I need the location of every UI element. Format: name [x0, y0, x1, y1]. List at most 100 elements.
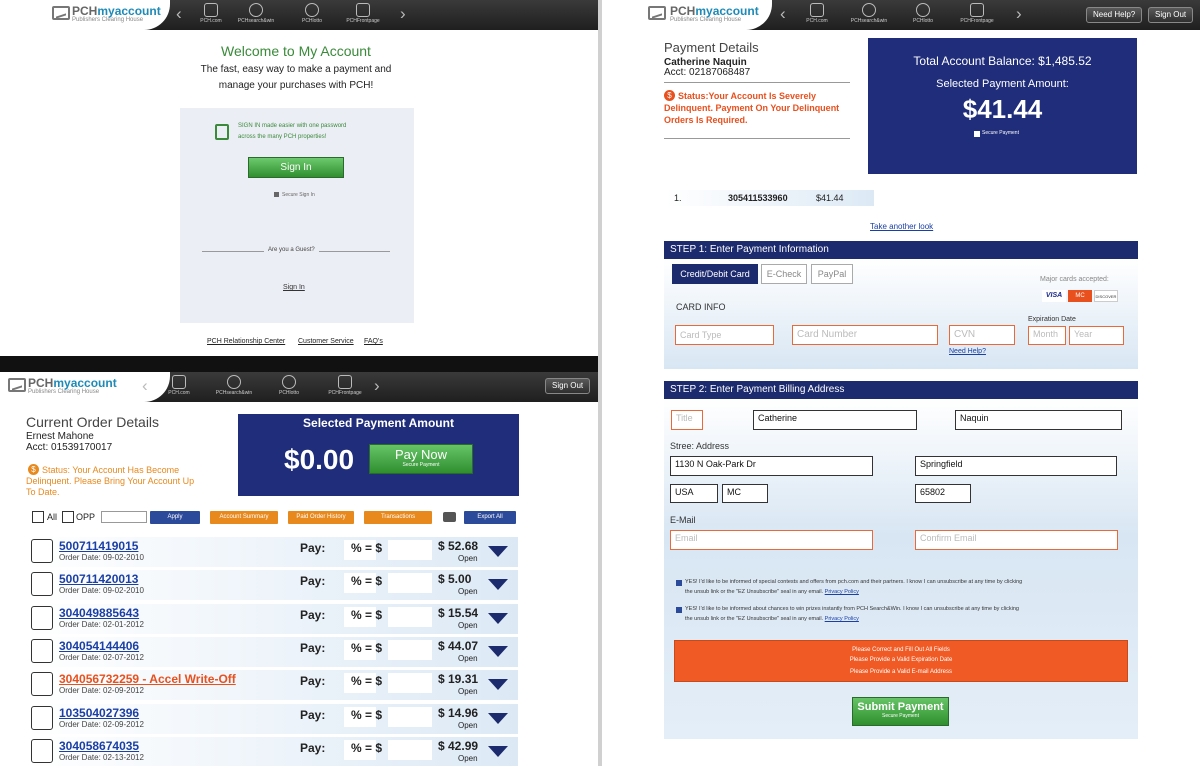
nav-frontpage[interactable]: PCHFrontpage: [316, 375, 374, 396]
last-name-input[interactable]: Naquin: [955, 410, 1122, 430]
status-line1: Status:Your Account Is Severely: [678, 91, 817, 101]
pay-now-button[interactable]: Pay Now Secure Payment: [369, 444, 473, 474]
tab-credit-debit[interactable]: Credit/Debit Card: [672, 264, 758, 284]
nav-left-arrow-icon[interactable]: ‹: [142, 376, 148, 396]
order-checkbox[interactable]: [31, 572, 53, 597]
exp-month-select[interactable]: Month: [1028, 326, 1066, 345]
order-row: 304056732259 - Accel Write-Off Order Date…: [26, 670, 518, 701]
optin-checkbox-1[interactable]: [676, 580, 682, 586]
email-input[interactable]: Email: [670, 530, 873, 550]
title-select[interactable]: Title: [671, 410, 703, 430]
nav-pchcom[interactable]: PCH.com: [150, 375, 208, 396]
amount-input[interactable]: [388, 673, 432, 694]
sign-in-button[interactable]: Sign In: [248, 157, 344, 178]
zip-input[interactable]: 65802: [915, 484, 971, 503]
expand-chevron-icon[interactable]: [488, 546, 508, 557]
amount-input[interactable]: [388, 573, 432, 594]
nav-searchwin[interactable]: PCHsearch&win: [227, 3, 285, 24]
opp-input[interactable]: [101, 511, 147, 523]
order-number-link[interactable]: 500711420013: [59, 572, 138, 586]
expand-chevron-icon[interactable]: [488, 645, 508, 657]
sign-out-button[interactable]: Sign Out: [545, 378, 591, 394]
order-checkbox[interactable]: [31, 539, 53, 563]
expand-chevron-icon[interactable]: [488, 745, 508, 757]
nav-left-arrow-icon[interactable]: ‹: [780, 4, 786, 24]
guest-sign-in-link[interactable]: Sign In: [283, 284, 305, 291]
sign-out-button[interactable]: Sign Out: [1148, 7, 1194, 23]
percent-label: % = $: [351, 740, 383, 755]
order-number-link[interactable]: 304054144406: [59, 639, 139, 653]
nav-right-arrow-icon[interactable]: ›: [400, 4, 406, 24]
order-checkbox[interactable]: [31, 638, 53, 663]
transactions-button[interactable]: Transactions: [364, 511, 432, 524]
total-balance: Total Account Balance: $1,485.52: [913, 54, 1092, 68]
privacy-policy-link[interactable]: Privacy Policy: [825, 589, 859, 595]
order-checkbox[interactable]: [31, 605, 53, 630]
tab-echeck[interactable]: E-Check: [761, 264, 807, 284]
order-date: Order Date: 02-01-2012: [59, 619, 144, 629]
city-input[interactable]: Springfield: [915, 456, 1117, 476]
order-number-link[interactable]: 103504027396: [59, 706, 139, 720]
confirm-email-input[interactable]: Confirm Email: [915, 530, 1118, 550]
amount-input[interactable]: [388, 739, 432, 760]
order-number-link[interactable]: 500711419015: [59, 539, 138, 553]
paid-order-history-button[interactable]: Paid Order History: [288, 511, 354, 524]
submit-payment-button[interactable]: Submit Payment Secure Payment: [852, 697, 949, 726]
need-help-link[interactable]: Need Help?: [949, 348, 986, 355]
nav-left-arrow-icon[interactable]: ‹: [176, 4, 182, 24]
nav-lotto[interactable]: PCHlotto: [283, 3, 341, 24]
amount-input[interactable]: [388, 540, 432, 560]
order-status: Open: [458, 620, 478, 630]
country-select[interactable]: USA: [670, 484, 718, 503]
amount-input[interactable]: [388, 639, 432, 660]
secure-payment-label: Secure Payment: [982, 130, 1019, 136]
account-summary-button[interactable]: Account Summary: [210, 511, 278, 524]
nav-frontpage[interactable]: PCHFrontpage: [334, 3, 392, 24]
nav-searchwin[interactable]: PCHsearch&win: [840, 3, 898, 24]
privacy-policy-link[interactable]: Privacy Policy: [825, 616, 859, 622]
tab-paypal[interactable]: PayPal: [811, 264, 853, 284]
print-icon[interactable]: [443, 512, 456, 522]
need-help-button[interactable]: Need Help?: [1086, 7, 1143, 23]
card-type-select[interactable]: Card Type: [675, 325, 774, 345]
amount-input[interactable]: [388, 606, 432, 627]
search-icon: [227, 375, 241, 389]
first-name-input[interactable]: Catherine: [753, 410, 917, 430]
order-amount: $41.44: [816, 193, 844, 203]
order-number-link[interactable]: 304049885643: [59, 606, 139, 620]
order-checkbox[interactable]: [31, 672, 53, 697]
card-number-input[interactable]: Card Number: [792, 325, 938, 345]
expand-chevron-icon[interactable]: [488, 712, 508, 724]
nav-searchwin[interactable]: PCHsearch&win: [205, 375, 263, 396]
footer-faq-link[interactable]: FAQ's: [364, 338, 383, 345]
select-all-checkbox[interactable]: [32, 511, 44, 523]
optin-checkbox-2[interactable]: [676, 607, 682, 613]
nav-pchcom[interactable]: PCH.com: [788, 3, 846, 24]
pch-logo[interactable]: PCHmyaccount Publishers Clearing House: [0, 0, 170, 30]
nav-lotto[interactable]: PCHlotto: [260, 375, 318, 396]
take-another-look-link[interactable]: Take another look: [870, 222, 933, 231]
export-all-button[interactable]: Export All: [464, 511, 516, 524]
expand-chevron-icon[interactable]: [488, 579, 508, 591]
footer-relationship-link[interactable]: PCH Relationship Center: [207, 338, 285, 345]
nav-right-arrow-icon[interactable]: ›: [1016, 4, 1022, 24]
pch-logo[interactable]: PCHmyaccount Publishers Clearing House: [602, 0, 772, 30]
street-address-input[interactable]: 1130 N Oak-Park Dr: [670, 456, 873, 476]
expand-chevron-icon[interactable]: [488, 679, 508, 691]
nav-right-arrow-icon[interactable]: ›: [374, 376, 380, 396]
cvn-input[interactable]: CVN: [949, 325, 1015, 345]
optin2-line1: YES! I'd like to be informed about chanc…: [685, 606, 1019, 612]
expand-chevron-icon[interactable]: [488, 612, 508, 624]
exp-year-select[interactable]: Year: [1069, 326, 1124, 345]
nav-frontpage[interactable]: PCHFrontpage: [948, 3, 1006, 24]
apply-button[interactable]: Apply: [150, 511, 200, 524]
opp-checkbox[interactable]: [62, 511, 74, 523]
state-select[interactable]: MC: [722, 484, 768, 503]
order-number-link[interactable]: 304056732259 - Accel Write-Off: [59, 672, 236, 686]
order-checkbox[interactable]: [31, 705, 53, 730]
order-number-link[interactable]: 304058674035: [59, 739, 139, 753]
order-checkbox[interactable]: [31, 738, 53, 763]
nav-lotto[interactable]: PCHlotto: [894, 3, 952, 24]
amount-input[interactable]: [388, 706, 432, 727]
footer-service-link[interactable]: Customer Service: [298, 338, 354, 345]
